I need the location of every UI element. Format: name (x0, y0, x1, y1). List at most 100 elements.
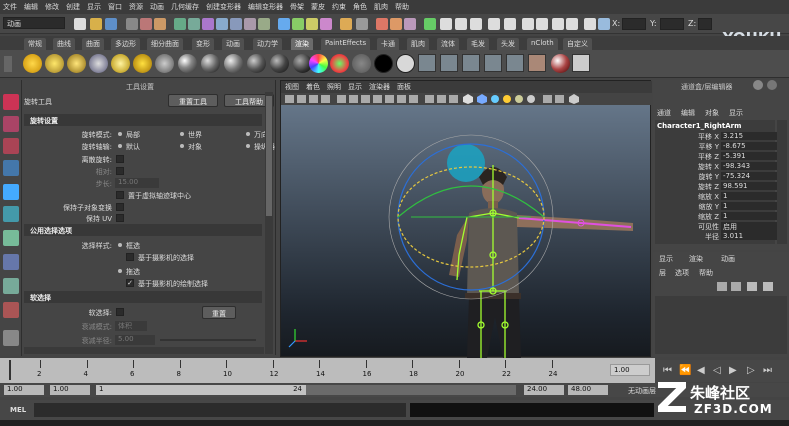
marquee-radio[interactable] (118, 243, 122, 247)
snap-grid-icon[interactable] (278, 18, 290, 30)
mel-input[interactable] (34, 403, 406, 417)
channel-box-toggle-icon[interactable] (598, 18, 610, 30)
camera-paint-checkbox[interactable]: ✓ (126, 279, 134, 287)
cb-tab-edit[interactable]: 编辑 (681, 108, 695, 118)
relative-transform-icon[interactable] (536, 18, 548, 30)
render-frame-icon[interactable] (376, 18, 388, 30)
current-time-field[interactable]: 1.00 (610, 364, 650, 376)
isolate-select-icon[interactable] (543, 95, 552, 103)
x-field[interactable] (622, 18, 646, 30)
menuset-dropdown[interactable]: 动画 (3, 17, 65, 29)
play-back-icon[interactable]: ◁ (713, 365, 721, 376)
open-scene-icon[interactable] (90, 18, 102, 30)
image-plane-icon[interactable] (321, 95, 330, 103)
phonge-sphere-icon[interactable] (247, 54, 266, 73)
cb-tab-show[interactable]: 显示 (729, 108, 743, 118)
rot-axis-manip-radio[interactable] (246, 144, 250, 148)
soft-select-header[interactable]: 软选择 (24, 291, 262, 303)
channel-value[interactable]: 1 (721, 212, 777, 220)
spot-light-icon[interactable] (67, 54, 86, 73)
select-hierarchy-icon[interactable] (126, 18, 138, 30)
start-time-field[interactable]: 1.00 (4, 385, 44, 395)
use-all-lights-icon[interactable] (503, 95, 511, 103)
default-material-icon[interactable] (463, 94, 473, 104)
mask-render-icon[interactable] (258, 18, 270, 30)
channel-row[interactable]: 缩放 Y1 (659, 202, 777, 211)
input-field-icon[interactable] (440, 18, 452, 30)
smooth-shade-icon[interactable] (437, 95, 446, 103)
current-time-marker[interactable] (9, 360, 11, 380)
shelf-tab-muscle[interactable]: 肌肉 (407, 38, 429, 50)
safe-title-icon[interactable] (409, 95, 418, 103)
xray-icon[interactable] (491, 95, 499, 103)
scale-tool-icon[interactable] (3, 206, 19, 222)
channel-row[interactable]: 缩放 X1 (659, 192, 777, 201)
select-object-icon[interactable] (140, 18, 152, 30)
transform-mode-icon[interactable] (584, 18, 596, 30)
shelf-tab-rendering[interactable]: 渲染 (291, 38, 313, 50)
grid-icon[interactable] (337, 95, 346, 103)
new-layer-icon[interactable] (747, 282, 757, 291)
preserve-uv-checkbox[interactable] (116, 214, 124, 222)
rot-axis-object-radio[interactable] (180, 144, 184, 148)
ramp-sphere-icon[interactable] (309, 54, 328, 73)
shelf-tab-painteffects[interactable]: PaintEffects (321, 38, 371, 50)
new-layer-selected-icon[interactable] (763, 282, 773, 291)
resolution-gate-icon[interactable] (361, 95, 370, 103)
anim-layer-label[interactable]: 无动画层 (628, 386, 656, 396)
gate-mask-icon[interactable] (373, 95, 382, 103)
menu-window[interactable]: 窗口 (108, 2, 122, 12)
menu-muscle[interactable]: 肌肉 (374, 2, 388, 12)
end-time-field[interactable]: 48.00 (568, 385, 608, 395)
reset-tool-button[interactable]: 重置工具 (168, 94, 218, 107)
rot-mode-world-radio[interactable] (180, 132, 184, 136)
new-scene-icon[interactable] (74, 18, 86, 30)
menu-create[interactable]: 创建 (66, 2, 80, 12)
layer-tab-anim[interactable]: 动画 (721, 254, 735, 264)
shelf-tab-general[interactable]: 常规 (24, 38, 46, 50)
paint-select-icon[interactable] (3, 138, 19, 154)
rotate-settings-header[interactable]: 旋转设置 (24, 114, 262, 126)
mel-label[interactable]: MEL (10, 406, 26, 414)
mental-ray-icon[interactable] (572, 54, 590, 72)
snap-curve-icon[interactable] (292, 18, 304, 30)
lock-icon[interactable] (340, 18, 352, 30)
menu-character[interactable]: 角色 (353, 2, 367, 12)
backface-icon[interactable] (569, 94, 579, 104)
cb-tab-channels[interactable]: 通道 (657, 108, 671, 118)
falloff-mode-dropdown[interactable]: 体积 (115, 321, 147, 331)
channel-value[interactable]: 1 (721, 202, 777, 210)
material-assign-icon[interactable] (551, 54, 570, 73)
history-icon[interactable] (356, 18, 368, 30)
show-manip-icon[interactable] (3, 278, 19, 294)
channel-row[interactable]: 缩放 Z1 (659, 212, 777, 221)
channel-row[interactable]: 平移 X 3.215 (659, 132, 777, 141)
light-linking-icon[interactable] (506, 54, 524, 72)
snap-plane-icon[interactable] (320, 18, 332, 30)
safe-action-icon[interactable] (397, 95, 406, 103)
layer-editor-toggle-icon[interactable] (767, 80, 777, 90)
input-mode-icon[interactable] (455, 18, 467, 30)
menu-help[interactable]: 帮助 (395, 2, 409, 12)
textured-icon[interactable] (477, 94, 487, 104)
step-forward-icon[interactable]: ▷ (747, 365, 755, 376)
channel-value[interactable]: -98.343 (721, 162, 777, 170)
channel-row[interactable]: 平移 Y -8.675 (659, 142, 777, 151)
drag-radio[interactable] (118, 269, 122, 273)
quick-layout-icon[interactable] (3, 330, 19, 346)
playback-start-field[interactable]: 1.00 (50, 385, 90, 395)
shelf-tab-toon[interactable]: 卡通 (377, 38, 399, 50)
shelf-tab-subdivs[interactable]: 细分曲面 (147, 38, 183, 50)
channel-value[interactable]: 3.215 (721, 132, 777, 140)
step-field[interactable]: 15.00 (115, 178, 159, 188)
channel-value[interactable]: -75.324 (721, 172, 777, 180)
channel-box-toggle-icon[interactable] (753, 80, 763, 90)
high-quality-icon[interactable] (527, 95, 535, 103)
soft-mod-icon[interactable] (3, 254, 19, 270)
menu-animate[interactable]: 动画 (150, 2, 164, 12)
vp-menu-view[interactable]: 视图 (285, 82, 299, 92)
channel-row[interactable]: 旋转 X -98.343 (659, 162, 777, 171)
hypershade-icon[interactable] (424, 18, 436, 30)
menu-edit[interactable]: 编辑 (24, 2, 38, 12)
move-layer-down-icon[interactable] (731, 282, 741, 291)
